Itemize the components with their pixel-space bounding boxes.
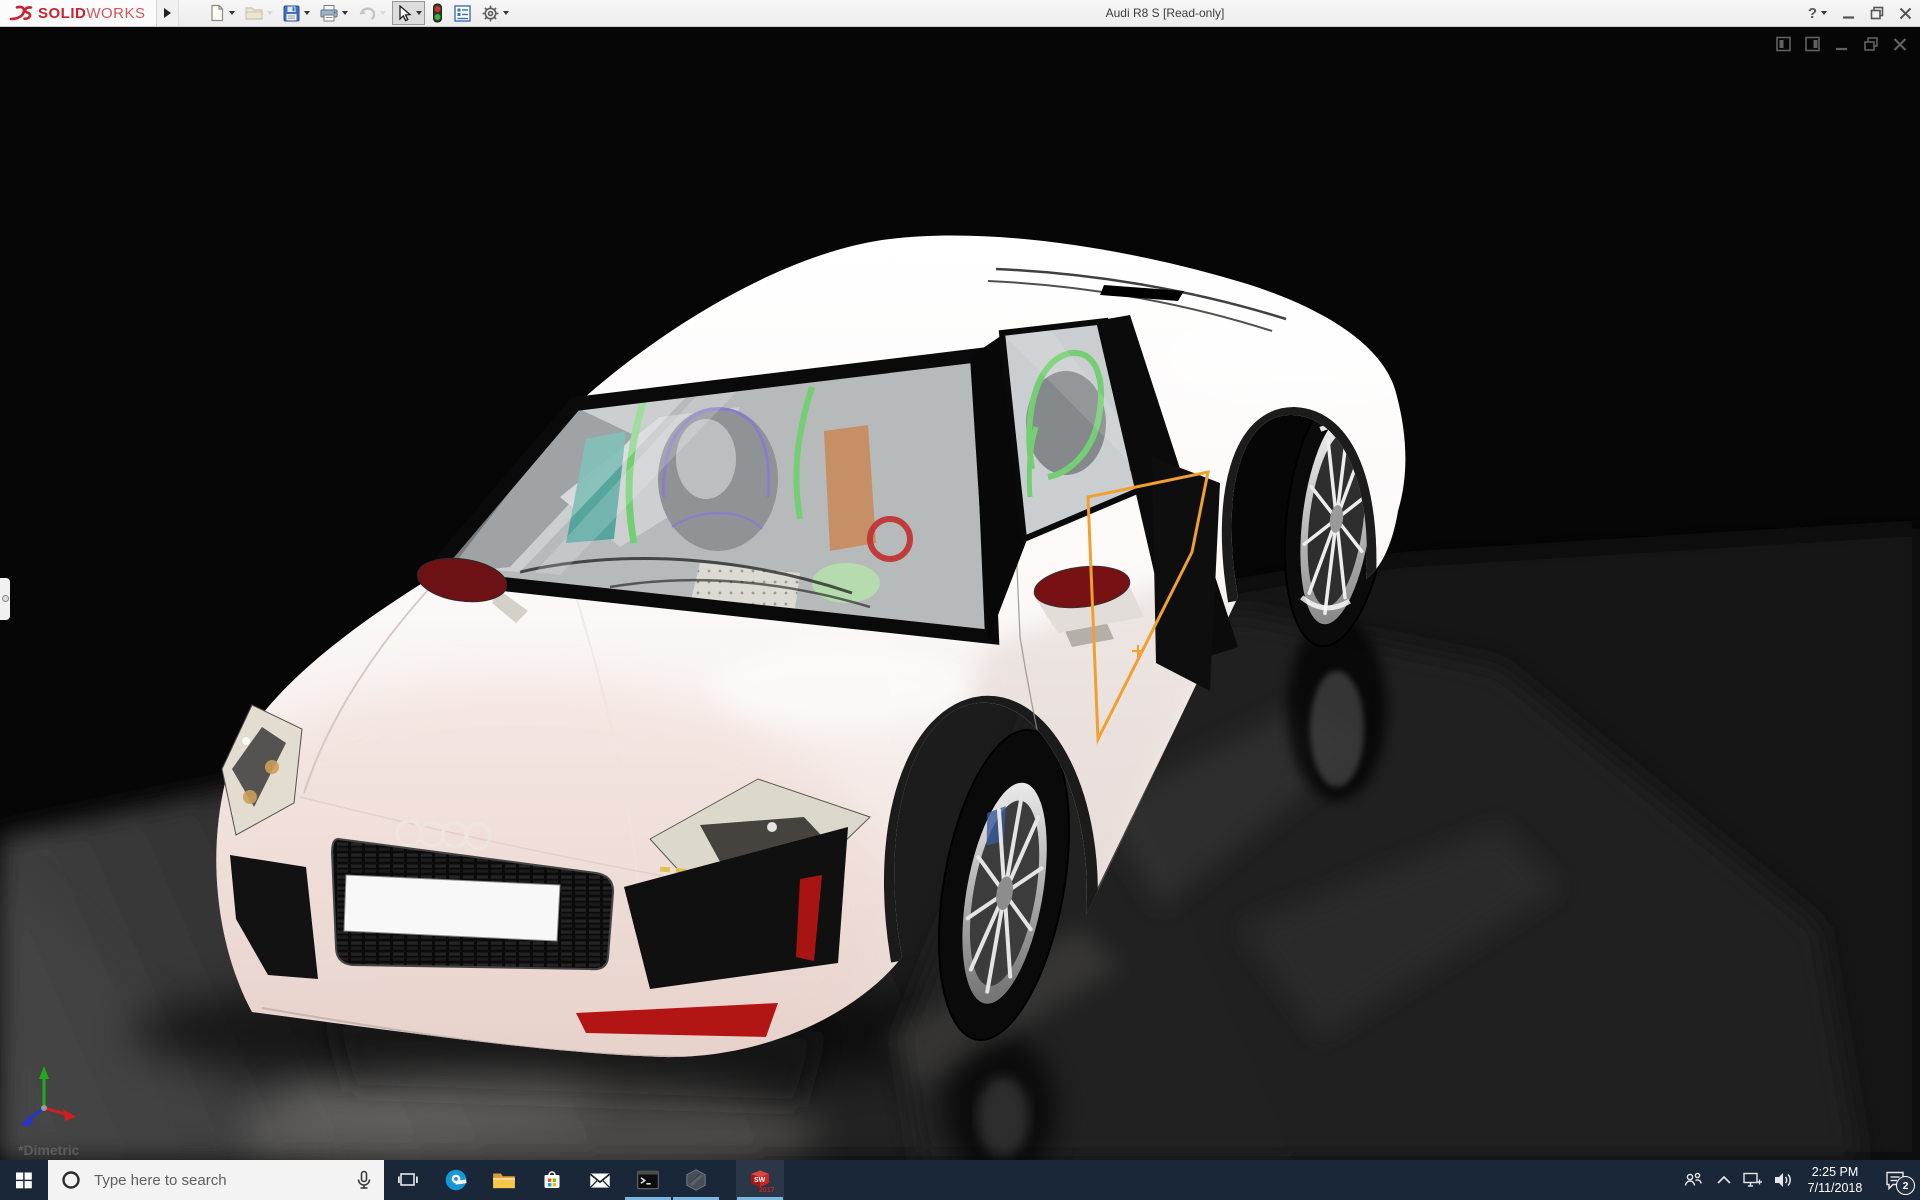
clock-date: 7/11/2018 — [1807, 1181, 1863, 1195]
svg-text:2017: 2017 — [759, 1187, 774, 1194]
people-icon — [1684, 1172, 1702, 1186]
taskbar-command-prompt-button[interactable] — [624, 1160, 672, 1200]
action-center-button[interactable]: 2 — [1872, 1160, 1918, 1200]
main-toolbar — [205, 0, 515, 26]
volume-button[interactable] — [1768, 1160, 1798, 1200]
dropdown-caret-icon[interactable] — [229, 11, 235, 15]
dropdown-caret-icon[interactable] — [380, 11, 386, 15]
start-button[interactable] — [0, 1160, 48, 1200]
rebuild-button[interactable] — [428, 1, 447, 25]
speaker-icon — [1775, 1173, 1791, 1187]
dropdown-caret-icon[interactable] — [503, 11, 509, 15]
properties-list-icon — [454, 4, 471, 22]
show-hidden-icons-button[interactable] — [1710, 1160, 1738, 1200]
undo-icon — [359, 7, 376, 20]
gear-icon — [482, 5, 499, 21]
solidworks-logo: SOLIDWORKS — [0, 0, 157, 26]
taskbar-file-explorer-button[interactable] — [480, 1160, 528, 1200]
window-title: Audi R8 S [Read-only] — [1105, 6, 1225, 20]
side-blade-intake — [1152, 457, 1220, 691]
show-pane-icon[interactable] — [1774, 34, 1794, 54]
new-document-button[interactable] — [205, 1, 238, 25]
undo-button[interactable] — [354, 1, 389, 25]
save-button[interactable] — [279, 1, 313, 25]
document-window-controls — [1774, 34, 1910, 54]
select-cursor-icon — [399, 4, 412, 21]
3d-scene[interactable] — [0, 27, 1920, 1160]
microphone-icon[interactable] — [354, 1169, 374, 1191]
license-plate — [343, 874, 561, 942]
taskbar-search[interactable] — [48, 1160, 384, 1200]
svg-text:SW: SW — [754, 1177, 766, 1184]
print-icon — [320, 4, 338, 21]
child-minimize-button[interactable] — [1832, 34, 1852, 54]
window-controls: ? — [1808, 0, 1912, 26]
cortana-icon — [62, 1171, 80, 1189]
title-bar: SOLIDWORKS Audi R8 S [Read-only] ? — [0, 0, 1920, 27]
dropdown-caret-icon[interactable] — [416, 11, 422, 15]
expand-arrow-icon — [164, 8, 171, 18]
taskbar-solidworks-button[interactable]: SW 2017 — [736, 1160, 784, 1200]
graphics-viewport[interactable]: *Dimetric — [0, 27, 1920, 1160]
save-icon — [283, 5, 300, 21]
print-button[interactable] — [316, 1, 351, 25]
taskbar-store-button[interactable] — [528, 1160, 576, 1200]
dropdown-caret-icon[interactable] — [304, 11, 310, 15]
open-folder-icon — [245, 7, 263, 20]
help-button[interactable]: ? — [1808, 5, 1827, 22]
dropdown-caret-icon[interactable] — [342, 11, 348, 15]
mail-icon — [589, 1173, 611, 1189]
windows-logo-icon — [16, 1172, 32, 1189]
show-pane-right-icon[interactable] — [1803, 34, 1823, 54]
system-tray: 2:25 PM 7/11/2018 2 — [1676, 1160, 1920, 1200]
taskbar-hexagon-app-button[interactable] — [672, 1160, 720, 1200]
restore-button[interactable] — [1870, 6, 1884, 20]
people-button[interactable] — [1676, 1160, 1710, 1200]
task-view-icon — [398, 1173, 418, 1186]
help-caret-icon[interactable] — [1821, 11, 1827, 15]
windows-taskbar: SW 2017 2:25 PM 7 — [0, 1160, 1920, 1200]
options-button[interactable] — [478, 1, 512, 25]
taskbar-mail-button[interactable] — [576, 1160, 624, 1200]
network-button[interactable] — [1738, 1160, 1768, 1200]
chevron-up-icon — [1717, 1175, 1731, 1184]
taskbar-edge-button[interactable] — [432, 1160, 480, 1200]
clock-time: 2:25 PM — [1811, 1164, 1859, 1179]
view-orientation-label: *Dimetric — [18, 1142, 80, 1158]
close-button[interactable] — [1899, 7, 1912, 20]
select-button[interactable] — [392, 1, 425, 25]
solidworks-monogram-icon — [9, 5, 33, 21]
open-button[interactable] — [241, 1, 276, 25]
edge-icon — [445, 1169, 467, 1191]
dropdown-caret-icon[interactable] — [267, 11, 273, 15]
task-view-button[interactable] — [384, 1160, 432, 1200]
file-explorer-icon — [493, 1173, 515, 1189]
search-input[interactable] — [92, 1170, 354, 1190]
hexagon-app-icon — [686, 1169, 706, 1191]
taskbar-clock[interactable]: 2:25 PM 7/11/2018 — [1798, 1164, 1872, 1197]
brand-text: SOLIDWORKS — [38, 4, 146, 22]
feature-pane-collapsed-tab[interactable] — [0, 578, 10, 620]
minimize-button[interactable] — [1842, 7, 1855, 20]
child-restore-button[interactable] — [1861, 34, 1881, 54]
notification-badge: 2 — [1896, 1176, 1915, 1195]
child-close-button[interactable] — [1890, 34, 1910, 54]
store-icon — [544, 1171, 560, 1188]
traffic-light-icon — [433, 3, 442, 23]
solidworks-2017-icon: SW 2017 — [751, 1170, 774, 1194]
toolbar-expand-button[interactable] — [157, 0, 179, 26]
display-settings-button[interactable] — [450, 1, 475, 25]
command-prompt-icon — [637, 1170, 659, 1190]
new-document-icon — [211, 4, 224, 22]
network-icon — [1743, 1172, 1762, 1187]
